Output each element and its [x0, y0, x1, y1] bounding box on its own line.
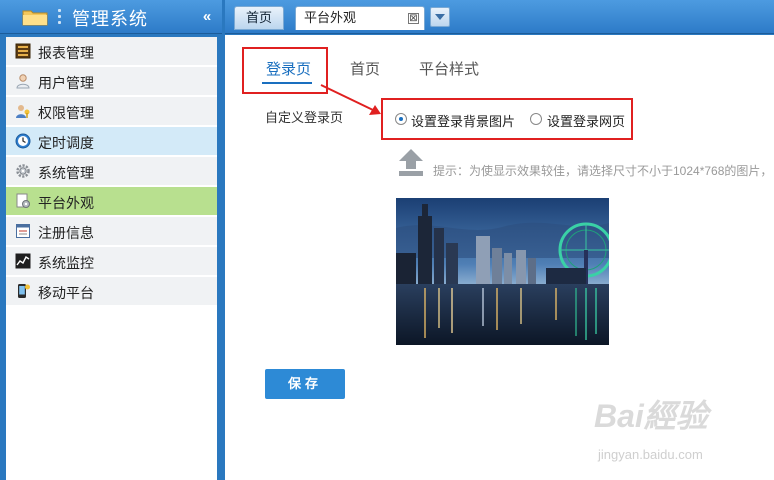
sidebar-item-system[interactable]: 系统管理: [6, 157, 217, 185]
radio-background-image[interactable]: [395, 113, 407, 125]
registration-icon: [16, 224, 30, 238]
sidebar-item-label: 移动平台: [38, 285, 94, 301]
sidebar-item-permissions[interactable]: 权限管理: [6, 97, 217, 125]
sidebar-item-label: 权限管理: [38, 105, 94, 121]
sidebar-item-report[interactable]: 报表管理: [6, 37, 217, 65]
folder-icon: [22, 10, 48, 26]
user-icon: [16, 74, 30, 89]
sidebar-item-label: 系统管理: [38, 165, 94, 181]
watermark-url: jingyan.baidu.com: [598, 447, 703, 462]
sidebar-item-label: 注册信息: [38, 225, 94, 241]
drag-handle-icon: [58, 9, 62, 25]
tab-menu-dropdown-button[interactable]: [430, 7, 450, 27]
sidebar-item-monitor[interactable]: 系统监控: [6, 247, 217, 275]
baidu-jingyan-watermark: Bai經验 jingyan.baidu.com: [592, 391, 772, 466]
sidebar-item-label: 用户管理: [38, 75, 94, 91]
sidebar-item-label: 平台外观: [38, 195, 94, 211]
sidebar-item-appearance[interactable]: 平台外观: [6, 187, 217, 215]
highlight-box-radio-options: 设置登录背景图片 设置登录网页: [381, 98, 633, 140]
sidebar-item-label: 系统监控: [38, 255, 94, 271]
report-icon: [15, 43, 31, 59]
sidebar-item-mobile[interactable]: 移动平台: [6, 277, 217, 305]
permission-icon: [16, 105, 30, 118]
mobile-icon: [18, 284, 30, 298]
tab-platform-appearance[interactable]: 平台外观 ⊠: [295, 6, 425, 30]
sidebar-menu: 报表管理 用户管理 权限管理 定时调度 系统管理 平台外观 注册信息 系统监控: [6, 37, 217, 480]
chevron-down-icon: [435, 14, 445, 20]
sidebar-header: 管理系统 «: [0, 0, 222, 34]
sidebar-item-users[interactable]: 用户管理: [6, 67, 217, 95]
save-button[interactable]: 保存: [265, 369, 345, 399]
radio-login-webpage[interactable]: [530, 113, 542, 125]
appearance-icon: [16, 193, 30, 208]
main-content: 登录页 首页 平台样式 自定义登录页 设置登录背景图片 设置登录网页 提示：为使…: [225, 35, 774, 480]
sidebar-item-scheduler[interactable]: 定时调度: [6, 127, 217, 155]
upload-icon[interactable]: [396, 147, 426, 177]
collapse-sidebar-button[interactable]: «: [196, 7, 218, 27]
upload-hint: 提示：为使显示效果较佳，请选择尺寸不小于1024*768的图片，: [433, 164, 773, 178]
radio-background-image-label[interactable]: 设置登录背景图片: [411, 111, 515, 130]
radio-login-webpage-label[interactable]: 设置登录网页: [547, 111, 625, 130]
gear-icon: [16, 164, 30, 178]
close-tab-icon[interactable]: ⊠: [408, 13, 419, 24]
custom-login-label: 自定义登录页: [265, 110, 344, 125]
sidebar-title: 管理系统: [72, 9, 148, 29]
sidebar: 管理系统 « 报表管理 用户管理 权限管理 定时调度 系统管理 平台外观 注册信…: [0, 0, 222, 480]
clock-icon: [15, 133, 31, 149]
sidebar-item-registration[interactable]: 注册信息: [6, 217, 217, 245]
tab-bar: 首页 平台外观 ⊠: [225, 0, 774, 34]
tab-home[interactable]: 首页: [234, 6, 284, 30]
sidebar-item-label: 报表管理: [38, 45, 94, 61]
sidebar-item-label: 定时调度: [38, 135, 94, 151]
monitor-chart-icon: [15, 253, 31, 269]
login-background-preview-image[interactable]: [396, 198, 609, 345]
watermark-brand: Bai經验: [594, 398, 708, 434]
tab-label: 平台外观: [304, 10, 357, 25]
